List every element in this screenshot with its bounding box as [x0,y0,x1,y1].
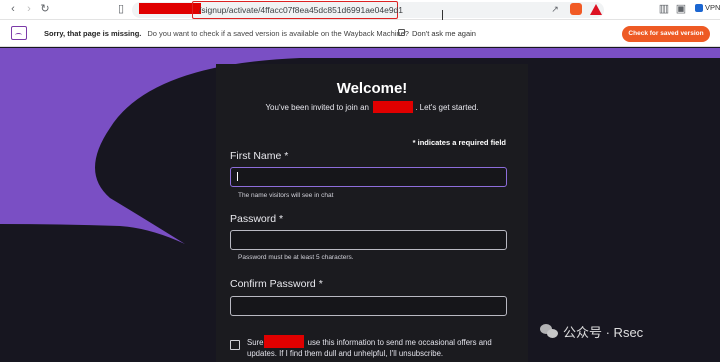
input-caret [237,172,238,181]
required-field-note: * indicates a required field [412,138,506,147]
forward-icon[interactable]: › [22,2,36,16]
reload-icon[interactable]: ↻ [38,2,52,16]
page-content: Welcome! You've been invited to join an … [0,48,720,362]
marketing-consent-checkbox[interactable] [230,340,240,350]
sad-face-icon [11,26,27,40]
back-icon[interactable]: ‹ [6,2,20,16]
sidebar-icon[interactable]: ▥ [657,2,671,16]
bookmark-icon[interactable]: ▯ [114,2,128,16]
address-url[interactable]: /signup/activate/4ffacc07f8ea45dc851d699… [199,5,403,15]
password-input[interactable] [230,230,507,250]
confirm-password-input[interactable] [230,296,507,316]
infobar-title: Sorry, that page is missing. [44,29,142,38]
check-saved-version-button[interactable]: Check for saved version [622,26,710,42]
dont-ask-checkbox[interactable] [398,29,405,36]
url-highlight-box: /signup/activate/4ffacc07f8ea45dc851d699… [192,1,403,19]
password-hint: Password must be at least 5 characters. [238,254,354,261]
redacted-company-name [264,335,305,348]
vpn-icon [695,3,703,12]
first-name-label-text: First Name [230,150,282,162]
wechat-logo-icon [540,324,558,339]
invite-prefix: You've been invited to join an [265,103,369,112]
infobar-message: Sorry, that page is missing. Do you want … [44,29,409,38]
password-label-text: Password [230,213,277,225]
brave-shield-icon[interactable] [570,3,582,15]
vpn-button[interactable]: VPN [695,3,720,12]
infobar-question: Do you want to check if a saved version … [147,29,409,38]
password-label: Password * [230,213,283,225]
watermark-text: 公众号 · Rsec [563,325,644,340]
browser-toolbar: ‹ › ↻ ▯ /signup/activate/4ffacc07f8ea45d… [0,0,720,20]
vpn-label: VPN [705,3,720,12]
redacted-org-name [373,101,414,113]
wechat-watermark: 公众号 · Rsec [540,322,643,341]
confirm-password-label-text: Confirm Password [230,278,316,290]
marketing-consent-text: Sure use this information to send me occ… [247,335,513,359]
text-cursor-icon [442,10,443,20]
share-icon[interactable]: ↗ [548,2,562,16]
first-name-hint: The name visitors will see in chat [238,192,334,199]
welcome-heading: Welcome! [336,80,408,97]
wayback-infobar: Sorry, that page is missing. Do you want … [0,20,720,47]
dont-ask-label[interactable]: Don't ask me again [412,29,476,38]
required-marker: * [279,213,284,225]
wallet-icon[interactable]: ▣ [674,2,688,16]
required-marker: * [318,278,323,290]
confirm-password-label: Confirm Password * [230,278,323,290]
required-marker: * [284,150,289,162]
invite-suffix: . Let's get started. [415,103,479,112]
brave-rewards-icon[interactable] [590,4,602,15]
signup-card: Welcome! You've been invited to join an … [216,64,528,362]
invite-text: You've been invited to join an . Let's g… [216,101,528,113]
consent-prefix: Sure [247,338,264,347]
first-name-label: First Name * [230,150,288,162]
first-name-input[interactable] [230,167,507,187]
